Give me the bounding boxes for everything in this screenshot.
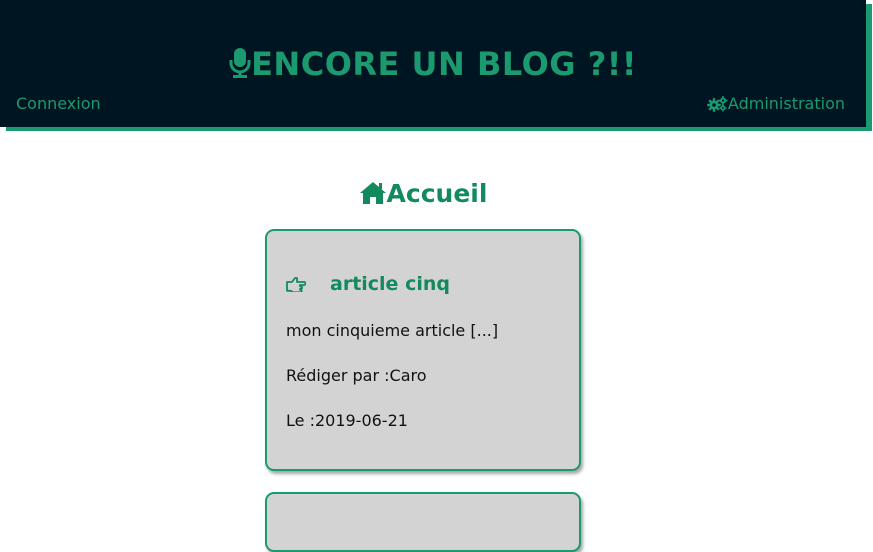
site-title-text: ENCORE UN BLOG ?!!: [251, 45, 637, 83]
article-author: Rédiger par :Caro: [286, 366, 427, 385]
microphone-icon: [229, 48, 251, 78]
article-title-text: article cinq: [330, 273, 450, 295]
article-excerpt: mon cinquieme article [...]: [286, 321, 499, 340]
page-title-text: Accueil: [386, 179, 488, 208]
admin-link[interactable]: Administration: [707, 94, 845, 114]
login-link[interactable]: Connexion: [16, 94, 101, 114]
hand-point-right-icon: [286, 277, 306, 292]
article-card[interactable]: [265, 492, 581, 552]
article-card[interactable]: article cinq mon cinquieme article [...]…: [265, 229, 581, 471]
page-title: Accueil: [0, 178, 846, 210]
article-title[interactable]: article cinq: [286, 272, 450, 296]
home-icon: [359, 182, 386, 204]
article-date: Le :2019-06-21: [286, 411, 408, 430]
site-title[interactable]: ENCORE UN BLOG ?!!: [0, 44, 866, 84]
admin-link-label: Administration: [727, 94, 845, 113]
site-header: ENCORE UN BLOG ?!! Connexion Administrat…: [0, 0, 866, 127]
gears-icon: [707, 96, 728, 112]
